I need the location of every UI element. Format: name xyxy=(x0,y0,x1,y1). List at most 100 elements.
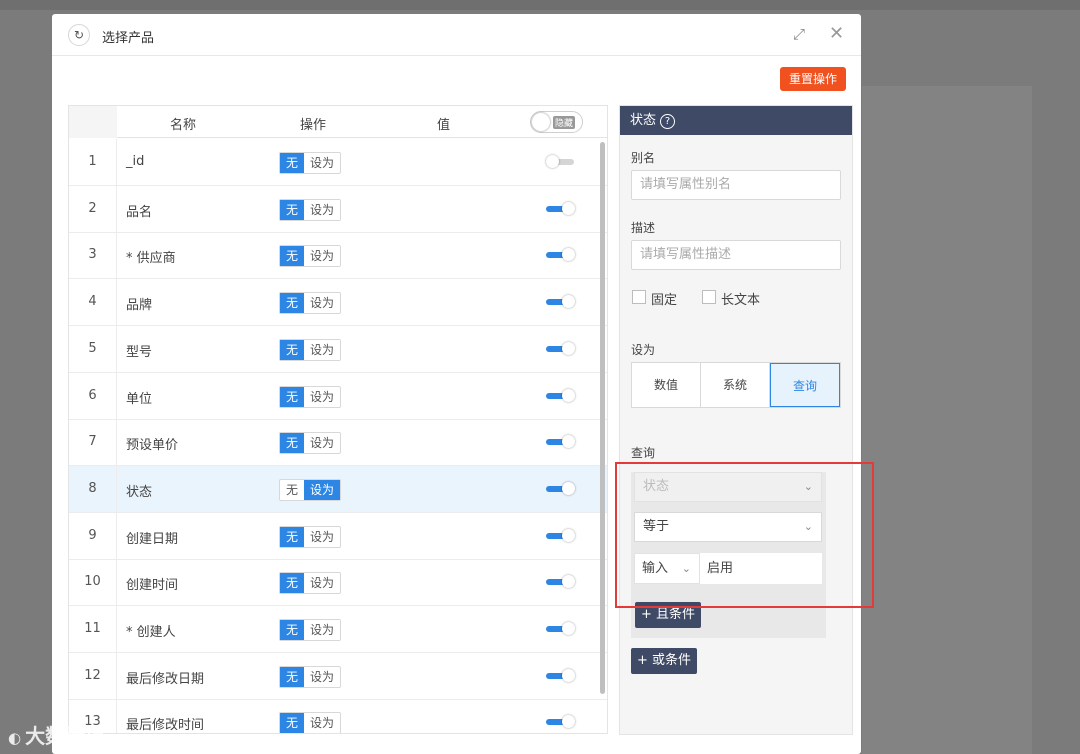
table-row[interactable]: 8 状态 无设为 xyxy=(69,465,607,513)
table-row[interactable]: 4 品牌 无设为 xyxy=(69,279,607,327)
op-set-option[interactable]: 设为 xyxy=(304,573,340,593)
op-none-option[interactable]: 无 xyxy=(280,480,304,500)
op-none-option[interactable]: 无 xyxy=(280,620,305,640)
add-or-condition-button[interactable]: + 或条件 xyxy=(631,648,697,674)
op-segmented: 无设为 xyxy=(279,152,342,174)
table-row[interactable]: 9 创建日期 无设为 xyxy=(69,512,607,560)
table-row[interactable]: 10 创建时间 无设为 xyxy=(69,559,607,607)
toggle-knob xyxy=(562,388,575,402)
row-toggle[interactable] xyxy=(546,668,576,682)
op-set-option[interactable]: 设为 xyxy=(304,246,340,266)
desc-input[interactable]: 请填写属性描述 xyxy=(631,240,841,270)
row-toggle[interactable] xyxy=(546,715,576,729)
op-set-option[interactable]: 设为 xyxy=(304,667,340,687)
row-toggle[interactable] xyxy=(546,435,576,449)
op-segmented: 无设为 xyxy=(279,338,342,361)
header-name: 名称 xyxy=(170,118,197,133)
row-toggle[interactable] xyxy=(546,248,576,262)
table-row[interactable]: 2 品名 无设为 xyxy=(69,185,607,233)
op-segmented: 无设为 xyxy=(279,432,342,455)
op-set-option[interactable]: 设为 xyxy=(304,293,340,313)
toggle-knob xyxy=(562,435,575,449)
op-none-option[interactable]: 无 xyxy=(280,573,305,594)
setas-tabs: 数值 系统 查询 xyxy=(631,362,841,408)
row-toggle[interactable] xyxy=(546,341,576,355)
table-row[interactable]: 11 * 创建人 无设为 xyxy=(69,606,607,653)
row-number: 9 xyxy=(69,512,117,559)
toggle-knob xyxy=(562,668,575,682)
op-set-option[interactable]: 设为 xyxy=(304,479,341,500)
table-row[interactable]: 13 最后修改时间无设为 xyxy=(69,699,607,733)
op-none-option[interactable]: 无 xyxy=(280,293,305,314)
help-icon[interactable]: ? xyxy=(660,114,676,129)
op-set-option[interactable]: 设为 xyxy=(304,433,340,453)
toggle-knob xyxy=(532,113,550,131)
row-name: 单位 xyxy=(126,391,153,407)
close-icon[interactable]: ✕ xyxy=(829,23,844,44)
table-row[interactable]: 6 单位 无设为 xyxy=(69,372,607,420)
table-row[interactable]: 7 预设单价 无设为 xyxy=(69,419,607,467)
row-name: _id xyxy=(126,154,145,169)
op-none-option[interactable]: 无 xyxy=(280,666,305,687)
tab-value[interactable]: 数值 xyxy=(632,363,701,407)
vertical-scrollbar[interactable] xyxy=(600,142,605,694)
toggle-knob xyxy=(562,575,575,589)
op-segmented: 无设为 xyxy=(279,245,342,268)
row-name: 创建时间 xyxy=(126,578,179,594)
alias-input[interactable]: 请填写属性别名 xyxy=(631,170,841,200)
row-toggle[interactable] xyxy=(546,201,576,215)
refresh-icon[interactable]: ↻ xyxy=(68,24,90,46)
row-name: 最后修改日期 xyxy=(126,671,205,687)
op-none-option[interactable]: 无 xyxy=(280,713,305,733)
op-set-option[interactable]: 设为 xyxy=(304,200,340,220)
row-name: 型号 xyxy=(126,344,153,360)
table-header: 名称 操作 值 隐藏 xyxy=(69,106,607,138)
row-toggle[interactable] xyxy=(546,622,576,635)
op-set-option[interactable]: 设为 xyxy=(304,527,340,547)
op-set-option[interactable]: 设为 xyxy=(304,713,340,733)
op-none-option[interactable]: 无 xyxy=(280,153,305,173)
row-toggle[interactable] xyxy=(546,295,576,309)
toggle-knob xyxy=(546,155,559,168)
fixed-checkbox[interactable] xyxy=(632,290,646,304)
watermark: ◐ 大数跨境 xyxy=(8,720,105,749)
op-set-option[interactable]: 设为 xyxy=(304,387,340,407)
row-number: 5 xyxy=(69,325,117,372)
panel-header: 状态? xyxy=(620,106,852,135)
row-toggle[interactable] xyxy=(546,528,576,542)
row-toggle[interactable] xyxy=(546,388,576,402)
row-toggle[interactable] xyxy=(546,481,576,495)
op-segmented: 无设为 xyxy=(279,198,342,221)
row-number: 8 xyxy=(69,465,117,512)
op-none-option[interactable]: 无 xyxy=(280,199,305,220)
op-none-option[interactable]: 无 xyxy=(280,339,305,360)
op-set-option[interactable]: 设为 xyxy=(304,340,340,360)
op-none-option[interactable]: 无 xyxy=(280,246,305,267)
row-number: 7 xyxy=(69,419,117,466)
op-none-option[interactable]: 无 xyxy=(280,433,305,454)
reset-button[interactable]: 重置操作 xyxy=(780,67,846,91)
hide-all-toggle[interactable]: 隐藏 xyxy=(530,111,583,133)
table-row[interactable]: 5 型号 无设为 xyxy=(69,325,607,373)
row-toggle[interactable] xyxy=(546,155,576,168)
op-none-option[interactable]: 无 xyxy=(280,386,305,407)
op-set-option[interactable]: 设为 xyxy=(304,620,340,640)
op-segmented: 无设为 xyxy=(279,478,342,501)
query-label: 查询 xyxy=(631,446,656,460)
op-set-option[interactable]: 设为 xyxy=(304,153,340,173)
row-number: 10 xyxy=(69,559,117,606)
row-toggle[interactable] xyxy=(546,575,576,589)
tab-query[interactable]: 查询 xyxy=(770,363,840,407)
longtext-label: 长文本 xyxy=(721,293,761,308)
table-row[interactable]: 3 * 供应商 无设为 xyxy=(69,232,607,280)
fullscreen-icon[interactable]: ⤢ xyxy=(793,25,805,43)
table-row[interactable]: 12 最后修改日期 无设为 xyxy=(69,652,607,700)
tab-system[interactable]: 系统 xyxy=(701,363,770,407)
table-row[interactable]: 1 _id 无设为 xyxy=(69,139,607,186)
highlight-box xyxy=(615,462,874,608)
longtext-checkbox[interactable] xyxy=(702,290,716,304)
toggle-text: 隐藏 xyxy=(553,116,576,129)
op-segmented: 无设为 xyxy=(279,572,342,595)
op-none-option[interactable]: 无 xyxy=(280,526,305,547)
op-segmented: 无设为 xyxy=(279,525,342,548)
